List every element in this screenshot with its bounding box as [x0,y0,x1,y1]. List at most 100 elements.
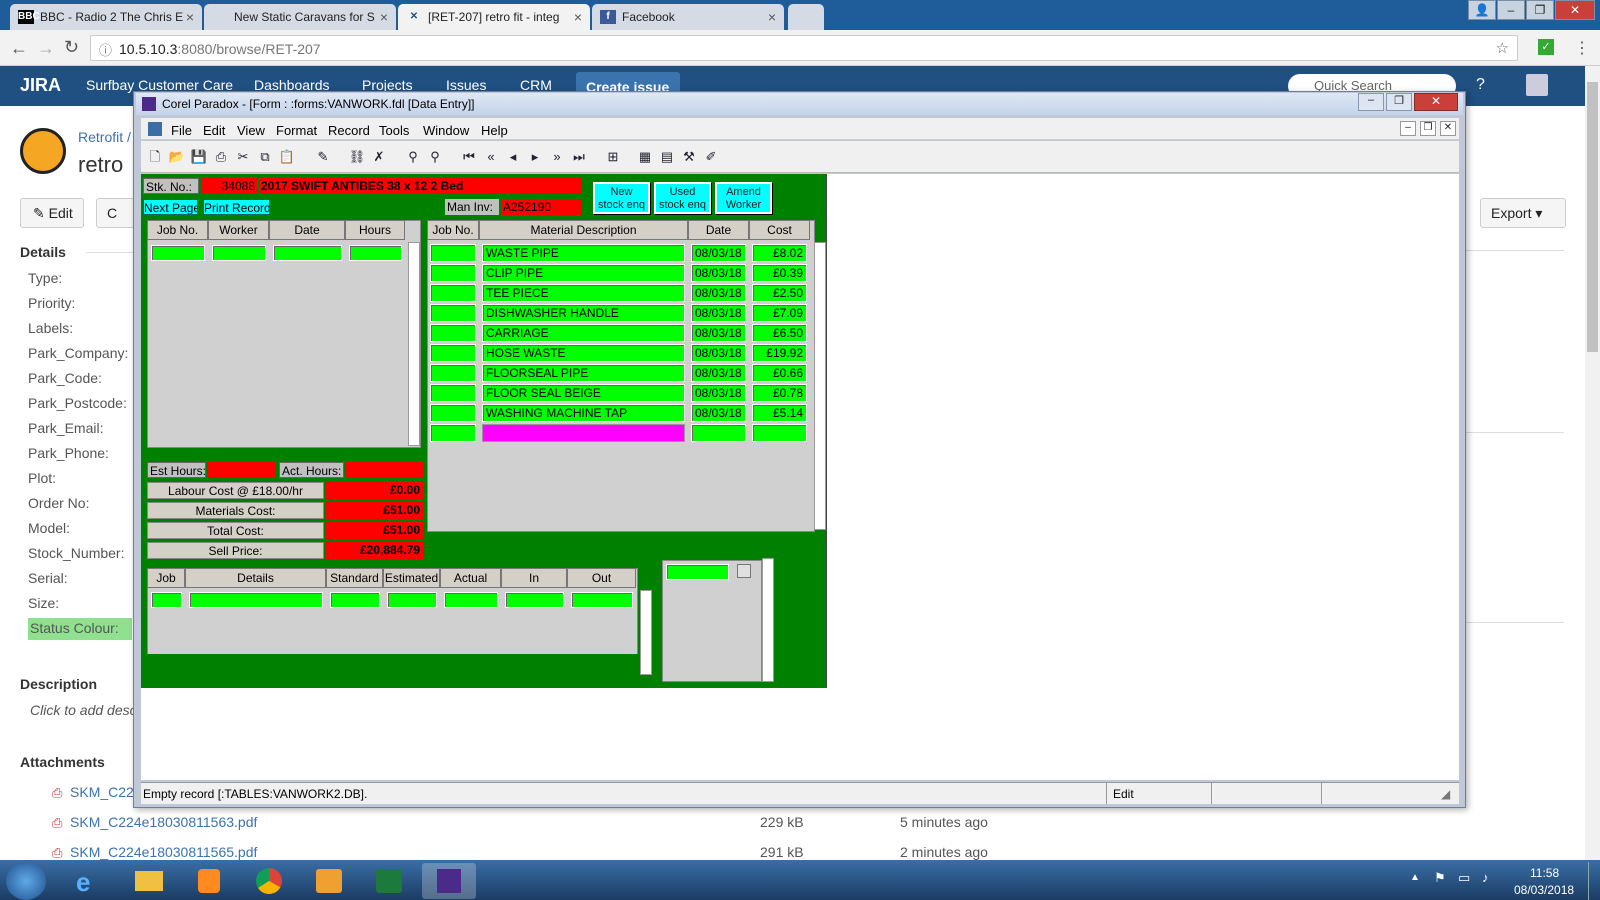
binoculars-icon[interactable]: ⚲ [404,148,422,166]
media-player-icon[interactable] [182,863,236,899]
export-button[interactable]: Export ▾ [1480,198,1566,228]
paste-icon[interactable]: 📋 [278,148,296,166]
internet-explorer-icon[interactable]: e [62,863,116,899]
side-grid-field[interactable] [666,564,729,580]
show-hidden-icons[interactable]: ▲ [1410,872,1420,883]
first-record-icon[interactable]: ⏮ [460,148,478,166]
material-description-field[interactable]: CLIP PIPE [482,264,685,282]
job-field[interactable] [151,592,182,608]
material-date-field[interactable]: 08/03/18 [691,384,746,402]
child-restore-icon[interactable]: ❐ [1420,121,1436,136]
attachment-name[interactable]: SKM_C224e18030811565.pdf [70,844,257,860]
material-date-field[interactable]: 08/03/18 [691,364,746,382]
job-estimated-field[interactable] [387,592,437,608]
material-date-field[interactable]: 08/03/18 [691,304,746,322]
materials-grid-scrollbar[interactable] [814,242,826,530]
jira-logo[interactable]: JIRA [20,75,61,96]
view-data-icon[interactable]: ⊞ [604,148,622,166]
menu-window[interactable]: Window [423,123,469,138]
material-cost-field[interactable]: £19.92 [752,344,807,362]
material-cost-field[interactable]: £0.66 [752,364,807,382]
form-view-icon[interactable]: ▤ [658,148,676,166]
minimize-icon[interactable]: – [1497,0,1525,20]
material-description-field[interactable]: TEE PIECE [482,284,685,302]
chrome-icon[interactable] [242,863,296,899]
minimize-icon[interactable]: – [1358,93,1384,111]
page-scrollbar[interactable] [1585,66,1600,860]
material-date-field[interactable]: 08/03/18 [691,284,746,302]
labour-worker-field[interactable] [212,245,266,261]
material-cost-field[interactable]: £6.50 [752,324,807,342]
avatar[interactable] [1526,74,1548,96]
man-inv-field[interactable]: A252190 [501,199,581,215]
material-date-field[interactable]: 08/03/18 [691,404,746,422]
outlook-icon[interactable] [302,863,356,899]
maximize-icon[interactable]: ❐ [1526,0,1554,20]
save-icon[interactable]: 💾 [190,148,208,166]
menu-file[interactable]: File [171,123,192,138]
print-icon[interactable]: ⎙ [212,148,230,166]
attachment-name[interactable]: SKM_C224e18030811563.pdf [70,814,257,830]
new-file-icon[interactable]: 🗋 [146,148,164,166]
material-cost-field[interactable]: £0.78 [752,384,807,402]
filter-icon[interactable]: ✗ [370,148,388,166]
side-grid-scrollbar[interactable] [762,558,774,682]
restore-icon[interactable]: ❐ [1386,93,1412,111]
cut-icon[interactable]: ✂ [234,148,252,166]
material-date-field[interactable]: 08/03/18 [691,244,746,262]
clock-date[interactable]: 08/03/2018 [1514,883,1574,897]
clock-time[interactable]: 11:58 [1530,866,1559,880]
close-icon[interactable]: × [380,9,388,25]
job-in-field[interactable] [505,592,564,608]
table-view-icon[interactable]: ▦ [636,148,654,166]
labour-date-field[interactable] [273,245,342,261]
job-out-field[interactable] [571,592,633,608]
paradox-taskbar-icon[interactable] [422,863,476,899]
open-folder-icon[interactable]: 📂 [168,148,186,166]
material-description-field[interactable]: HOSE WASTE [482,344,685,362]
next-record-icon[interactable]: ▸ [526,148,544,166]
material-cost-field[interactable] [752,424,807,442]
extension-icon[interactable]: ✓ [1538,39,1554,55]
menu-tools[interactable]: Tools [379,123,409,138]
material-job-no-field[interactable] [430,404,476,422]
job-standard-field[interactable] [330,592,380,608]
job-grid-scrollbar[interactable] [640,590,652,675]
forward-icon[interactable]: → [37,38,55,59]
paradox-title-bar[interactable]: Corel Paradox - [Form : :forms:VANWORK.f… [136,93,1463,115]
stk-no-field[interactable]: 34088 [201,178,257,194]
material-job-no-field[interactable] [430,244,476,262]
material-cost-field[interactable]: £8.02 [752,244,807,262]
previous-record-icon[interactable]: ◂ [504,148,522,166]
est-hours-field[interactable] [208,462,275,478]
new-tab-button[interactable] [788,4,824,30]
browser-tab[interactable]: BBC BBC - Radio 2 The Chris E × [10,4,202,30]
last-record-icon[interactable]: ⏭ [570,148,588,166]
attachment-row[interactable]: ⎙ SKM_C22 [52,784,134,802]
volume-icon[interactable]: ♪ [1482,870,1489,885]
copy-icon[interactable]: ⧉ [256,148,274,166]
description-placeholder[interactable]: Click to add desc [30,702,134,718]
menu-view[interactable]: View [237,123,265,138]
menu-record[interactable]: Record [328,123,370,138]
find-replace-icon[interactable]: ⚲ [426,148,444,166]
attachment-row[interactable]: ⎙ SKM_C224e18030811565.pdf [52,844,257,861]
material-cost-field[interactable]: £2.50 [752,284,807,302]
link-icon[interactable]: ⛓ [348,148,366,166]
labour-job-no-field[interactable] [151,245,205,261]
new-stock-enquiry-button[interactable]: New stock enq [593,182,650,214]
side-grid-checkbox[interactable] [737,564,751,578]
material-job-no-field[interactable] [430,284,476,302]
material-date-field[interactable] [691,424,746,442]
material-description-field-active[interactable] [482,424,685,442]
url-input[interactable]: ⓘ 10.5.10.3:8080/browse/RET-207 ☆ [90,35,1518,61]
tools-icon[interactable]: ⚒ [680,148,698,166]
show-desktop-button[interactable] [1588,862,1600,900]
help-icon[interactable]: ? [1476,76,1485,94]
flag-icon[interactable]: ⚑ [1434,870,1446,886]
resize-grip-icon[interactable]: ◢ [1441,787,1450,801]
print-record-button[interactable]: Print Record [203,199,270,215]
job-details-field[interactable] [189,592,323,608]
start-button[interactable] [6,862,46,900]
browser-tab[interactable]: f Facebook × [592,4,784,30]
